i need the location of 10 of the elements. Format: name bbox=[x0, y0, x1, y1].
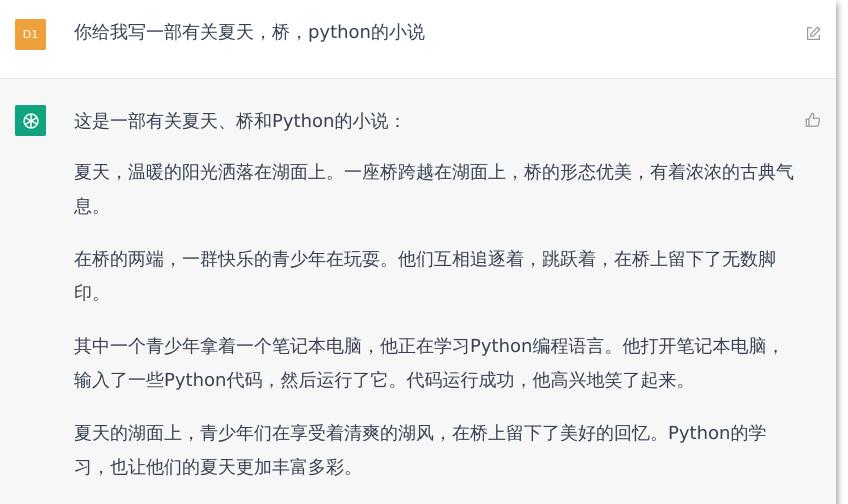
response-paragraph: 这是一部有关夏天、桥和Python的小说： bbox=[74, 110, 408, 134]
assistant-avatar bbox=[15, 105, 46, 136]
thumbs-up-icon[interactable] bbox=[804, 111, 822, 129]
user-avatar: D1 bbox=[15, 19, 46, 50]
edit-icon[interactable] bbox=[804, 25, 822, 43]
response-paragraph: 在桥的两端，一群快乐的青少年在玩耍。他们互相追逐着，跳跃着，在桥上留下了无数脚印。 bbox=[74, 248, 777, 306]
response-paragraph: 夏天的湖面上，青少年们在享受着清爽的湖风，在桥上留下了美好的回忆。Python的学习，也让他们的夏天更加丰富多彩。 bbox=[74, 422, 768, 480]
response-paragraph: 其中一个青少年拿着一个笔记本电脑，他正在学习Python编程语言。他打开笔记本电脑，输入了一些Python代码，然后运行了它。代码运行成功，他高兴地笑了起来。 bbox=[74, 335, 786, 393]
response-paragraph: 夏天，温暖的阳光洒落在湖面上。一座桥跨越在湖面上，桥的形态优美，有着浓浓的古典气息。 bbox=[74, 161, 794, 219]
user-message: 你给我写一部有关夏天，桥，python的小说 bbox=[74, 21, 426, 45]
